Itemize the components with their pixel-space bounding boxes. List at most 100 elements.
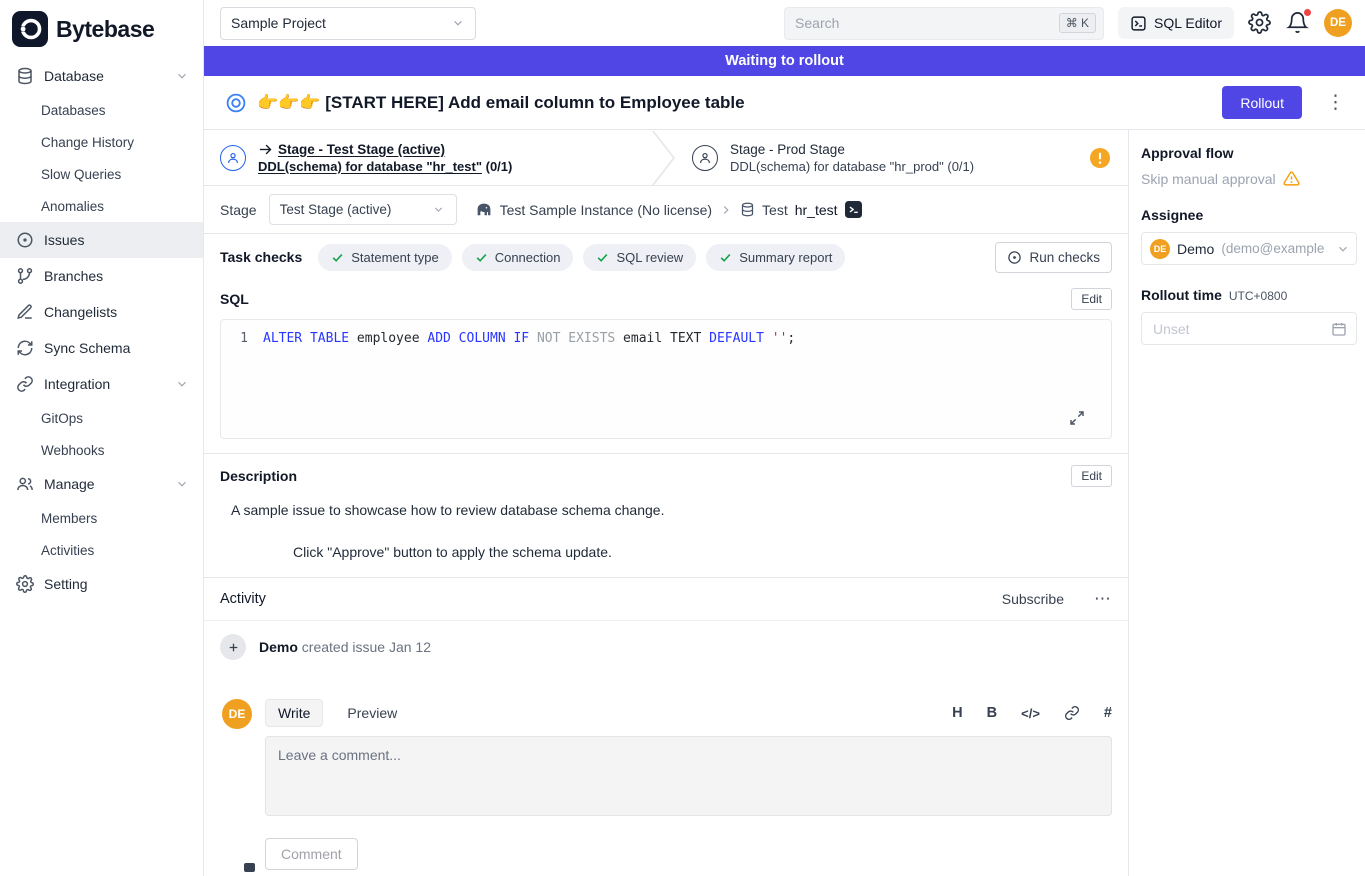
- sidebar-item-anomalies[interactable]: Anomalies: [0, 190, 203, 222]
- sidebar-item-branches[interactable]: Branches: [0, 258, 203, 294]
- sidebar-item-webhooks[interactable]: Webhooks: [0, 434, 203, 466]
- comment-input[interactable]: [265, 736, 1112, 816]
- sidebar-item-activities[interactable]: Activities: [0, 534, 203, 566]
- app-window: Bytebase Database Databases Change Histo…: [0, 0, 1365, 876]
- activity-event-detail: created issue Jan 12: [302, 639, 431, 655]
- sidebar: Bytebase Database Databases Change Histo…: [0, 0, 204, 876]
- sql-editor-button[interactable]: SQL Editor: [1118, 7, 1234, 39]
- run-checks-icon: [1007, 250, 1022, 265]
- git-branch-icon: [16, 267, 34, 285]
- hash-icon[interactable]: #: [1104, 705, 1112, 721]
- sidebar-item-label: Databases: [41, 103, 106, 118]
- arrow-right-icon: [258, 142, 273, 157]
- user-avatar[interactable]: DE: [1324, 9, 1352, 37]
- stage-card-text: Stage - Prod Stage DDL(schema) for datab…: [730, 142, 974, 174]
- database-name[interactable]: hr_test: [795, 202, 838, 218]
- check-badge-label: SQL review: [616, 250, 683, 265]
- sidebar-item-members[interactable]: Members: [0, 502, 203, 534]
- user-avatar: DE: [222, 699, 252, 729]
- chevron-down-icon: [432, 203, 446, 217]
- project-select[interactable]: Sample Project: [220, 7, 476, 40]
- composer-tabs: Write Preview H B </> #: [265, 699, 1112, 727]
- assignee-select[interactable]: DE Demo (demo@example: [1141, 232, 1357, 265]
- bold-icon[interactable]: B: [987, 705, 997, 721]
- sidebar-item-label: Webhooks: [41, 443, 105, 458]
- sql-edit-button[interactable]: Edit: [1071, 288, 1112, 310]
- sidebar-item-integration[interactable]: Integration: [0, 366, 203, 402]
- tab-write[interactable]: Write: [265, 699, 323, 727]
- sidebar-item-manage[interactable]: Manage: [0, 466, 203, 502]
- check-badge-connection[interactable]: Connection: [462, 244, 574, 271]
- search-input[interactable]: [795, 15, 1059, 31]
- expand-icon[interactable]: [1069, 410, 1085, 426]
- warning-circle-icon: [1090, 148, 1110, 168]
- notification-dot: [1304, 9, 1311, 16]
- issue-title: 👉👉👉 [START HERE] Add email column to Emp…: [257, 93, 1222, 113]
- line-number: 1: [221, 331, 263, 346]
- rollout-time-input[interactable]: Unset: [1141, 312, 1357, 345]
- activity-section: Activity Subscribe ⋯ Demo created issue …: [204, 577, 1128, 870]
- rollout-button[interactable]: Rollout: [1222, 86, 1302, 119]
- run-checks-button[interactable]: Run checks: [995, 242, 1112, 273]
- stage-task: DDL(schema) for database "hr_test": [258, 159, 482, 174]
- brand-logo[interactable]: Bytebase: [0, 0, 203, 58]
- link-icon[interactable]: [1064, 705, 1080, 721]
- instance-name[interactable]: Test Sample Instance (No license): [500, 202, 712, 218]
- comment-button[interactable]: Comment: [265, 838, 358, 870]
- sidebar-item-sync-schema[interactable]: Sync Schema: [0, 330, 203, 366]
- sql-code-editor[interactable]: 1 ALTER TABLE employee ADD COLUMN IF NOT…: [220, 319, 1112, 439]
- sidebar-item-issues[interactable]: Issues: [0, 222, 203, 258]
- sidebar-item-label: Change History: [41, 135, 134, 150]
- task-checks-label: Task checks: [220, 249, 302, 265]
- check-badge-label: Summary report: [739, 250, 832, 265]
- sidebar-item-database[interactable]: Database: [0, 58, 203, 94]
- notification-bell-icon[interactable]: [1286, 11, 1310, 35]
- kebab-menu-icon[interactable]: ⋮: [1322, 91, 1349, 114]
- settings-gear-icon[interactable]: [1248, 11, 1272, 35]
- search-box[interactable]: ⌘ K: [784, 7, 1104, 40]
- assignee-name: Demo: [1177, 241, 1214, 257]
- chevron-right-icon: [719, 203, 733, 217]
- status-banner: Waiting to rollout: [204, 46, 1365, 76]
- heading-icon[interactable]: H: [952, 705, 962, 721]
- check-icon: [596, 251, 609, 264]
- topbar: Sample Project ⌘ K SQL Editor DE: [204, 0, 1365, 46]
- chevron-down-icon: [451, 16, 465, 30]
- sidebar-item-databases[interactable]: Databases: [0, 94, 203, 126]
- tab-preview[interactable]: Preview: [339, 700, 405, 726]
- users-icon: [16, 475, 34, 493]
- pencil-square-icon: [16, 303, 34, 321]
- ellipsis-menu-icon[interactable]: ⋯: [1094, 589, 1112, 609]
- issue-status-icon: [226, 93, 246, 113]
- issue-header: 👉👉👉 [START HERE] Add email column to Emp…: [204, 76, 1365, 130]
- stage-name: Stage - Prod Stage: [730, 142, 845, 157]
- open-sql-editor-icon[interactable]: [845, 201, 862, 218]
- sidebar-item-gitops[interactable]: GitOps: [0, 402, 203, 434]
- subscribe-button[interactable]: Subscribe: [1002, 591, 1064, 607]
- check-badge-summary-report[interactable]: Summary report: [706, 244, 845, 271]
- check-badge-statement-type[interactable]: Statement type: [318, 244, 451, 271]
- sidebar-item-label: Sync Schema: [44, 340, 130, 356]
- description-edit-button[interactable]: Edit: [1071, 465, 1112, 487]
- sidebar-item-change-history[interactable]: Change History: [0, 126, 203, 158]
- sql-section: SQL Edit 1 ALTER TABLE employee ADD COLU…: [204, 280, 1128, 439]
- sidebar-item-slow-queries[interactable]: Slow Queries: [0, 158, 203, 190]
- rollout-timezone: UTC+0800: [1229, 289, 1287, 303]
- code-icon[interactable]: </>: [1021, 706, 1040, 721]
- description-section-title: Description: [220, 468, 297, 484]
- stage-select[interactable]: Test Stage (active): [269, 194, 457, 225]
- composer-body: Write Preview H B </> #: [265, 699, 1112, 870]
- stage-divider-chevron: [652, 130, 676, 186]
- description-paragraph: A sample issue to showcase how to review…: [231, 502, 1112, 518]
- stage-card-prod[interactable]: Stage - Prod Stage DDL(schema) for datab…: [692, 142, 974, 174]
- stage-task-count: (0/1): [947, 159, 974, 174]
- sidebar-item-changelists[interactable]: Changelists: [0, 294, 203, 330]
- sidebar-item-setting[interactable]: Setting: [0, 566, 203, 602]
- composer-avatar-wrap: DE: [222, 699, 252, 870]
- check-badge-sql-review[interactable]: SQL review: [583, 244, 696, 271]
- sidebar-item-label: GitOps: [41, 411, 83, 426]
- stage-card-prod-wrap: Stage - Prod Stage DDL(schema) for datab…: [692, 142, 1128, 174]
- stage-card-text: Stage - Test Stage (active) DDL(schema) …: [258, 142, 512, 174]
- stage-card-test[interactable]: Stage - Test Stage (active) DDL(schema) …: [220, 142, 652, 174]
- sidebar-item-label: Setting: [44, 576, 88, 592]
